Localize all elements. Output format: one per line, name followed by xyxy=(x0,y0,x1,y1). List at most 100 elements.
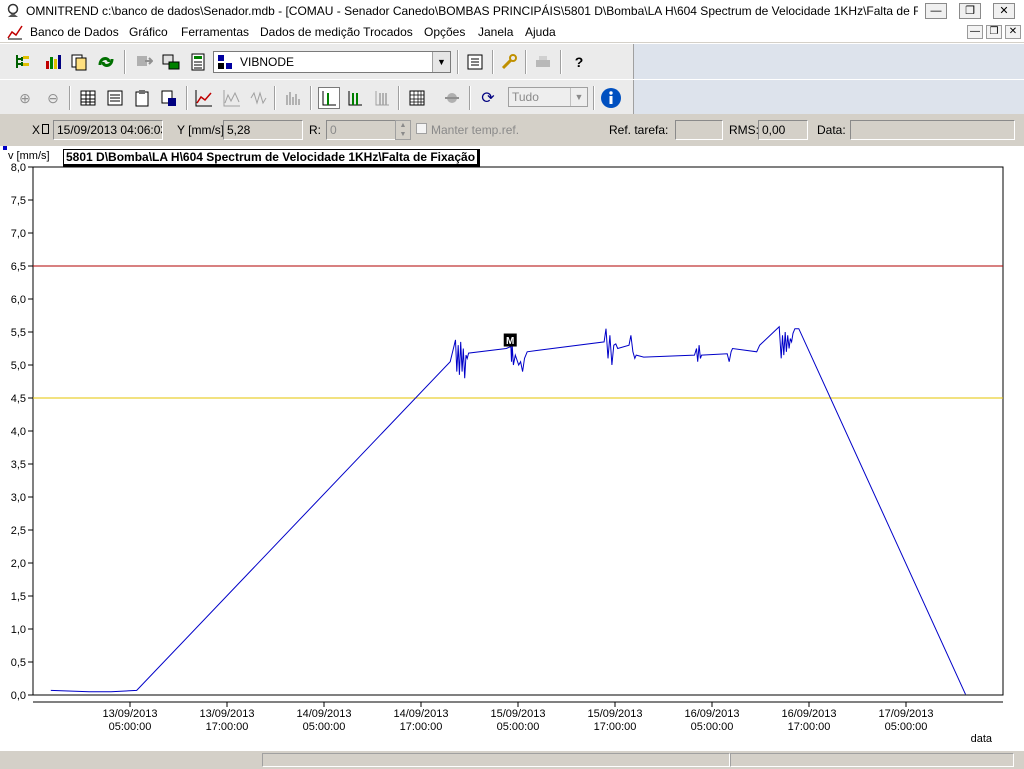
status-cell-right xyxy=(730,753,1014,767)
menu-janela[interactable]: Janela xyxy=(478,25,513,39)
x-tick-time-label: 05:00:00 xyxy=(109,721,152,733)
export-disabled-icon[interactable] xyxy=(133,51,155,73)
close-button[interactable]: ✕ xyxy=(993,3,1015,19)
table-view-icon[interactable] xyxy=(77,87,99,109)
list-view-icon[interactable] xyxy=(104,87,126,109)
range-combo-value: Tudo xyxy=(512,90,539,104)
y-tick-label: 2,5 xyxy=(11,525,26,537)
y-tick-label: 7,5 xyxy=(11,195,26,207)
clipboard-icon[interactable] xyxy=(131,87,153,109)
grid-node-icon xyxy=(218,55,232,69)
y-tick-label: 4,5 xyxy=(11,393,26,405)
y-tick-label: 7,0 xyxy=(11,228,26,240)
series-legend-marker xyxy=(3,146,7,150)
notes-icon[interactable] xyxy=(464,51,486,73)
y-value-field: 5,28 xyxy=(223,120,303,140)
r-value-field[interactable]: 0 xyxy=(326,120,396,140)
y-tick-label: 2,0 xyxy=(11,558,26,570)
x-tick-date-label: 16/09/2013 xyxy=(781,708,836,720)
save-icon[interactable] xyxy=(158,87,180,109)
hold-checkbox[interactable] xyxy=(416,123,427,134)
omnitrend-app-icon xyxy=(7,3,19,17)
minimize-button[interactable]: — xyxy=(925,3,947,19)
spectrum-disabled-icon[interactable] xyxy=(221,87,243,109)
y-tick-label: 1,0 xyxy=(11,624,26,636)
y-tick-label: 3,0 xyxy=(11,492,26,504)
grid-icon[interactable] xyxy=(406,87,428,109)
y-tick-label: 1,5 xyxy=(11,591,26,603)
x-label: X xyxy=(32,123,41,137)
x-tick-time-label: 05:00:00 xyxy=(303,721,346,733)
plot-frame xyxy=(32,166,1004,696)
x-tick-date-label: 15/09/2013 xyxy=(490,708,545,720)
cursor-single-icon[interactable] xyxy=(318,87,340,109)
r-spinner[interactable]: ▲ ▼ xyxy=(395,120,411,140)
x-tick-date-label: 16/09/2013 xyxy=(684,708,739,720)
window-title: OMNITREND c:\banco de dados\Senador.mdb … xyxy=(26,4,918,18)
menu-ferramentas[interactable]: Ferramentas xyxy=(181,25,249,39)
x-tick-date-label: 13/09/2013 xyxy=(102,708,157,720)
cursor-double-icon[interactable] xyxy=(344,87,366,109)
cursor-harmonic-disabled-icon[interactable] xyxy=(371,87,393,109)
menu-dados-de-medicao-trocados[interactable]: Dados de medição Trocados xyxy=(260,25,413,39)
mdi-minimize-button[interactable]: — xyxy=(967,25,983,39)
machine-disabled-icon[interactable] xyxy=(441,87,463,109)
bar-chart-icon[interactable] xyxy=(42,51,64,73)
rms-label: RMS: xyxy=(729,123,759,137)
x-cursor-checkbox[interactable] xyxy=(42,124,49,134)
transfer-icon[interactable] xyxy=(95,51,117,73)
y-tick-label: 4,0 xyxy=(11,426,26,438)
help-icon[interactable]: ? xyxy=(568,51,590,73)
menu-grafico[interactable]: Gráfico xyxy=(129,25,168,39)
waveform-disabled-icon[interactable] xyxy=(247,87,269,109)
marker-label: M xyxy=(506,336,514,347)
y-tick-label: 6,5 xyxy=(11,261,26,273)
device-combo[interactable]: VIBNODE ▼ xyxy=(213,51,451,73)
print-disabled-icon[interactable] xyxy=(532,51,554,73)
calculator-icon[interactable] xyxy=(187,51,209,73)
peak-disabled-icon[interactable] xyxy=(282,87,304,109)
mdi-close-button[interactable]: ✕ xyxy=(1005,25,1021,39)
mdi-restore-button[interactable]: ❐ xyxy=(986,25,1002,39)
trend-chart-icon[interactable] xyxy=(193,87,215,109)
chevron-down-icon[interactable]: ▼ xyxy=(432,52,450,72)
ref-task-label: Ref. tarefa: xyxy=(609,123,669,137)
menu-opcoes[interactable]: Opções xyxy=(424,25,465,39)
y-tick-label: 6,0 xyxy=(11,294,26,306)
documents-icon[interactable] xyxy=(68,51,90,73)
x-tick-time-label: 05:00:00 xyxy=(497,721,540,733)
data-label: Data: xyxy=(817,123,846,137)
y-tick-label: 0,5 xyxy=(11,657,26,669)
tree-view-icon[interactable] xyxy=(12,51,34,73)
menu-bar: Banco de Dados Gráfico Ferramentas Dados… xyxy=(0,22,1024,42)
status-bar xyxy=(0,750,1024,769)
y-tick-label: 3,5 xyxy=(11,459,26,471)
range-chevron-down-icon[interactable]: ▼ xyxy=(570,88,587,106)
x-tick-date-label: 14/09/2013 xyxy=(296,708,351,720)
restore-button[interactable]: ❐ xyxy=(959,3,981,19)
main-toolbar: VIBNODE ▼ ? xyxy=(0,43,1024,80)
ref-task-field xyxy=(675,120,723,140)
x-axis-label: data xyxy=(971,733,993,745)
menu-ajuda[interactable]: Ajuda xyxy=(525,25,556,39)
document-chart-icon[interactable] xyxy=(7,24,23,40)
measurement-import-icon[interactable] xyxy=(160,51,182,73)
refresh-icon[interactable]: ⟳ xyxy=(477,87,499,109)
x-tick-date-label: 14/09/2013 xyxy=(393,708,448,720)
x-tick-time-label: 05:00:00 xyxy=(691,721,734,733)
zoom-in-icon[interactable]: ⊕ xyxy=(14,87,36,109)
x-tick-time-label: 05:00:00 xyxy=(885,721,928,733)
r-label: R: xyxy=(309,123,321,137)
x-tick-date-label: 13/09/2013 xyxy=(199,708,254,720)
info-icon[interactable] xyxy=(600,87,622,109)
y-tick-label: 5,0 xyxy=(11,360,26,372)
chart-pane[interactable]: 0,0 0,5 1,0 1,5 2,0 2,5 3,0 3,5 4,0 4,5 5,0 5,5 6,0 6… xyxy=(0,146,1024,750)
x-tick-time-label: 17:00:00 xyxy=(400,721,443,733)
trend-chart[interactable]: 0,0 0,5 1,0 1,5 2,0 2,5 3,0 3,5 4,0 4,5 5,0 5,5 6,0 6… xyxy=(0,146,1024,750)
wrench-icon[interactable] xyxy=(498,51,520,73)
hold-label: Manter temp.ref. xyxy=(431,123,520,137)
zoom-out-icon[interactable]: ⊖ xyxy=(42,87,64,109)
menu-banco-de-dados[interactable]: Banco de Dados xyxy=(30,25,119,39)
status-cell-main xyxy=(262,753,730,767)
range-combo[interactable]: Tudo ▼ xyxy=(508,87,588,107)
